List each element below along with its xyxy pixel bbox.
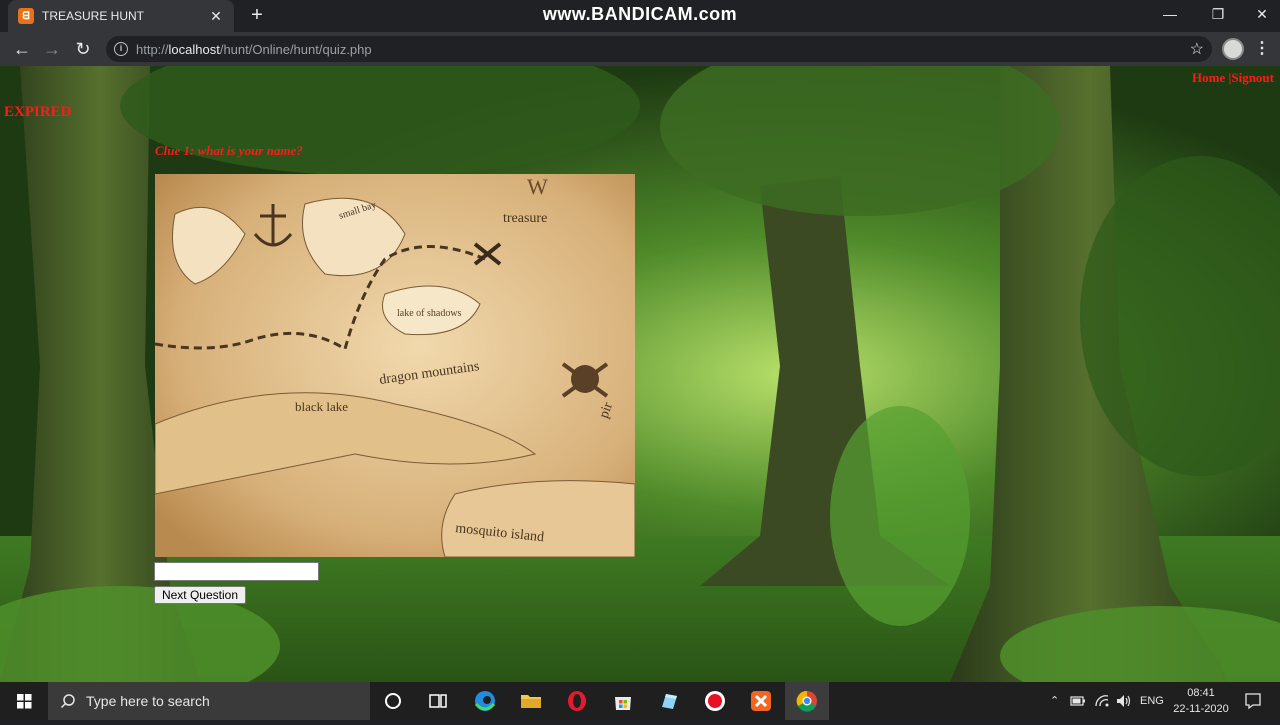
xampp-favicon-icon: ᗺ [18, 8, 34, 24]
browser-tab[interactable]: ᗺ TREASURE HUNT ✕ [8, 0, 234, 32]
show-hidden-icons[interactable]: ⌃ [1050, 682, 1059, 720]
map-label-treasure: treasure [503, 211, 547, 226]
opera-icon[interactable] [562, 686, 592, 716]
bandicam-record-icon[interactable] [700, 686, 730, 716]
notifications-icon[interactable] [1244, 692, 1262, 710]
recording-watermark: www.BANDICAM.com [542, 4, 738, 24]
store-icon[interactable] [608, 686, 638, 716]
tab-title: TREASURE HUNT [42, 9, 145, 23]
clock-date: 22-11-2020 [1173, 703, 1229, 715]
clock-time: 08:41 [1187, 687, 1215, 699]
windows-logo-icon [17, 694, 32, 709]
page-viewport: Home |Signout EXPIRED Clue 1: what is yo… [0, 66, 1280, 682]
next-question-button[interactable]: Next Question [154, 586, 246, 604]
reload-button[interactable]: ↻ [71, 37, 95, 61]
search-icon [60, 694, 75, 709]
clue-question: Clue 1: what is your name? [155, 143, 303, 158]
url-text: http://localhost/hunt/Online/hunt/quiz.p… [136, 41, 372, 57]
edge-icon[interactable] [470, 686, 500, 716]
home-link[interactable]: Home [1192, 70, 1225, 85]
start-button[interactable] [0, 682, 48, 720]
map-label-compass: W [527, 174, 548, 199]
wifi-icon[interactable] [1094, 694, 1110, 708]
tab-close-icon[interactable]: ✕ [208, 8, 224, 25]
task-view-icon[interactable] [423, 686, 453, 716]
map-label-lake: lake of shadows [397, 308, 462, 319]
volume-icon[interactable] [1116, 694, 1132, 708]
forward-button[interactable]: → [40, 37, 64, 61]
file-explorer-icon[interactable] [516, 686, 546, 716]
top-nav-links: Home |Signout [1192, 70, 1274, 86]
cortana-icon[interactable] [378, 686, 408, 716]
app-icon[interactable] [654, 686, 684, 716]
battery-icon[interactable] [1070, 695, 1086, 707]
browser-toolbar: ← → ↻ i http://localhost/hunt/Online/hun… [0, 32, 1280, 66]
close-window-button[interactable]: ✕ [1240, 0, 1280, 30]
browser-menu-icon[interactable]: ⋮ [1254, 38, 1270, 60]
system-clock[interactable]: 08:41 22-11-2020 [1168, 685, 1234, 717]
profile-avatar[interactable] [1222, 38, 1244, 60]
treasure-map-image: small bay treasure W lake of shadows dra… [155, 174, 635, 557]
browser-tab-strip: ᗺ TREASURE HUNT ✕ + www.BANDICAM.com — ❐… [0, 0, 1280, 32]
bookmark-star-icon[interactable]: ☆ [1190, 39, 1204, 59]
new-tab-button[interactable]: + [246, 4, 268, 26]
signout-link[interactable]: Signout [1231, 70, 1274, 85]
maximize-button[interactable]: ❐ [1196, 0, 1240, 30]
answer-input[interactable] [154, 562, 319, 581]
site-info-icon[interactable]: i [114, 42, 128, 56]
back-button[interactable]: ← [10, 37, 34, 61]
xampp-icon[interactable] [746, 686, 776, 716]
minimize-button[interactable]: — [1148, 0, 1192, 30]
map-label-black-lake: black lake [295, 399, 348, 414]
taskbar-search-box[interactable]: Type here to search [48, 682, 370, 720]
chrome-icon[interactable] [792, 686, 822, 716]
language-indicator[interactable]: ENG [1140, 682, 1164, 720]
windows-taskbar: Type here to search ⌃ ENG 08:41 22-11-20… [0, 682, 1280, 720]
expired-status: EXPIRED [4, 104, 72, 120]
search-placeholder: Type here to search [86, 693, 210, 709]
address-bar[interactable]: i http://localhost/hunt/Online/hunt/quiz… [106, 36, 1212, 62]
